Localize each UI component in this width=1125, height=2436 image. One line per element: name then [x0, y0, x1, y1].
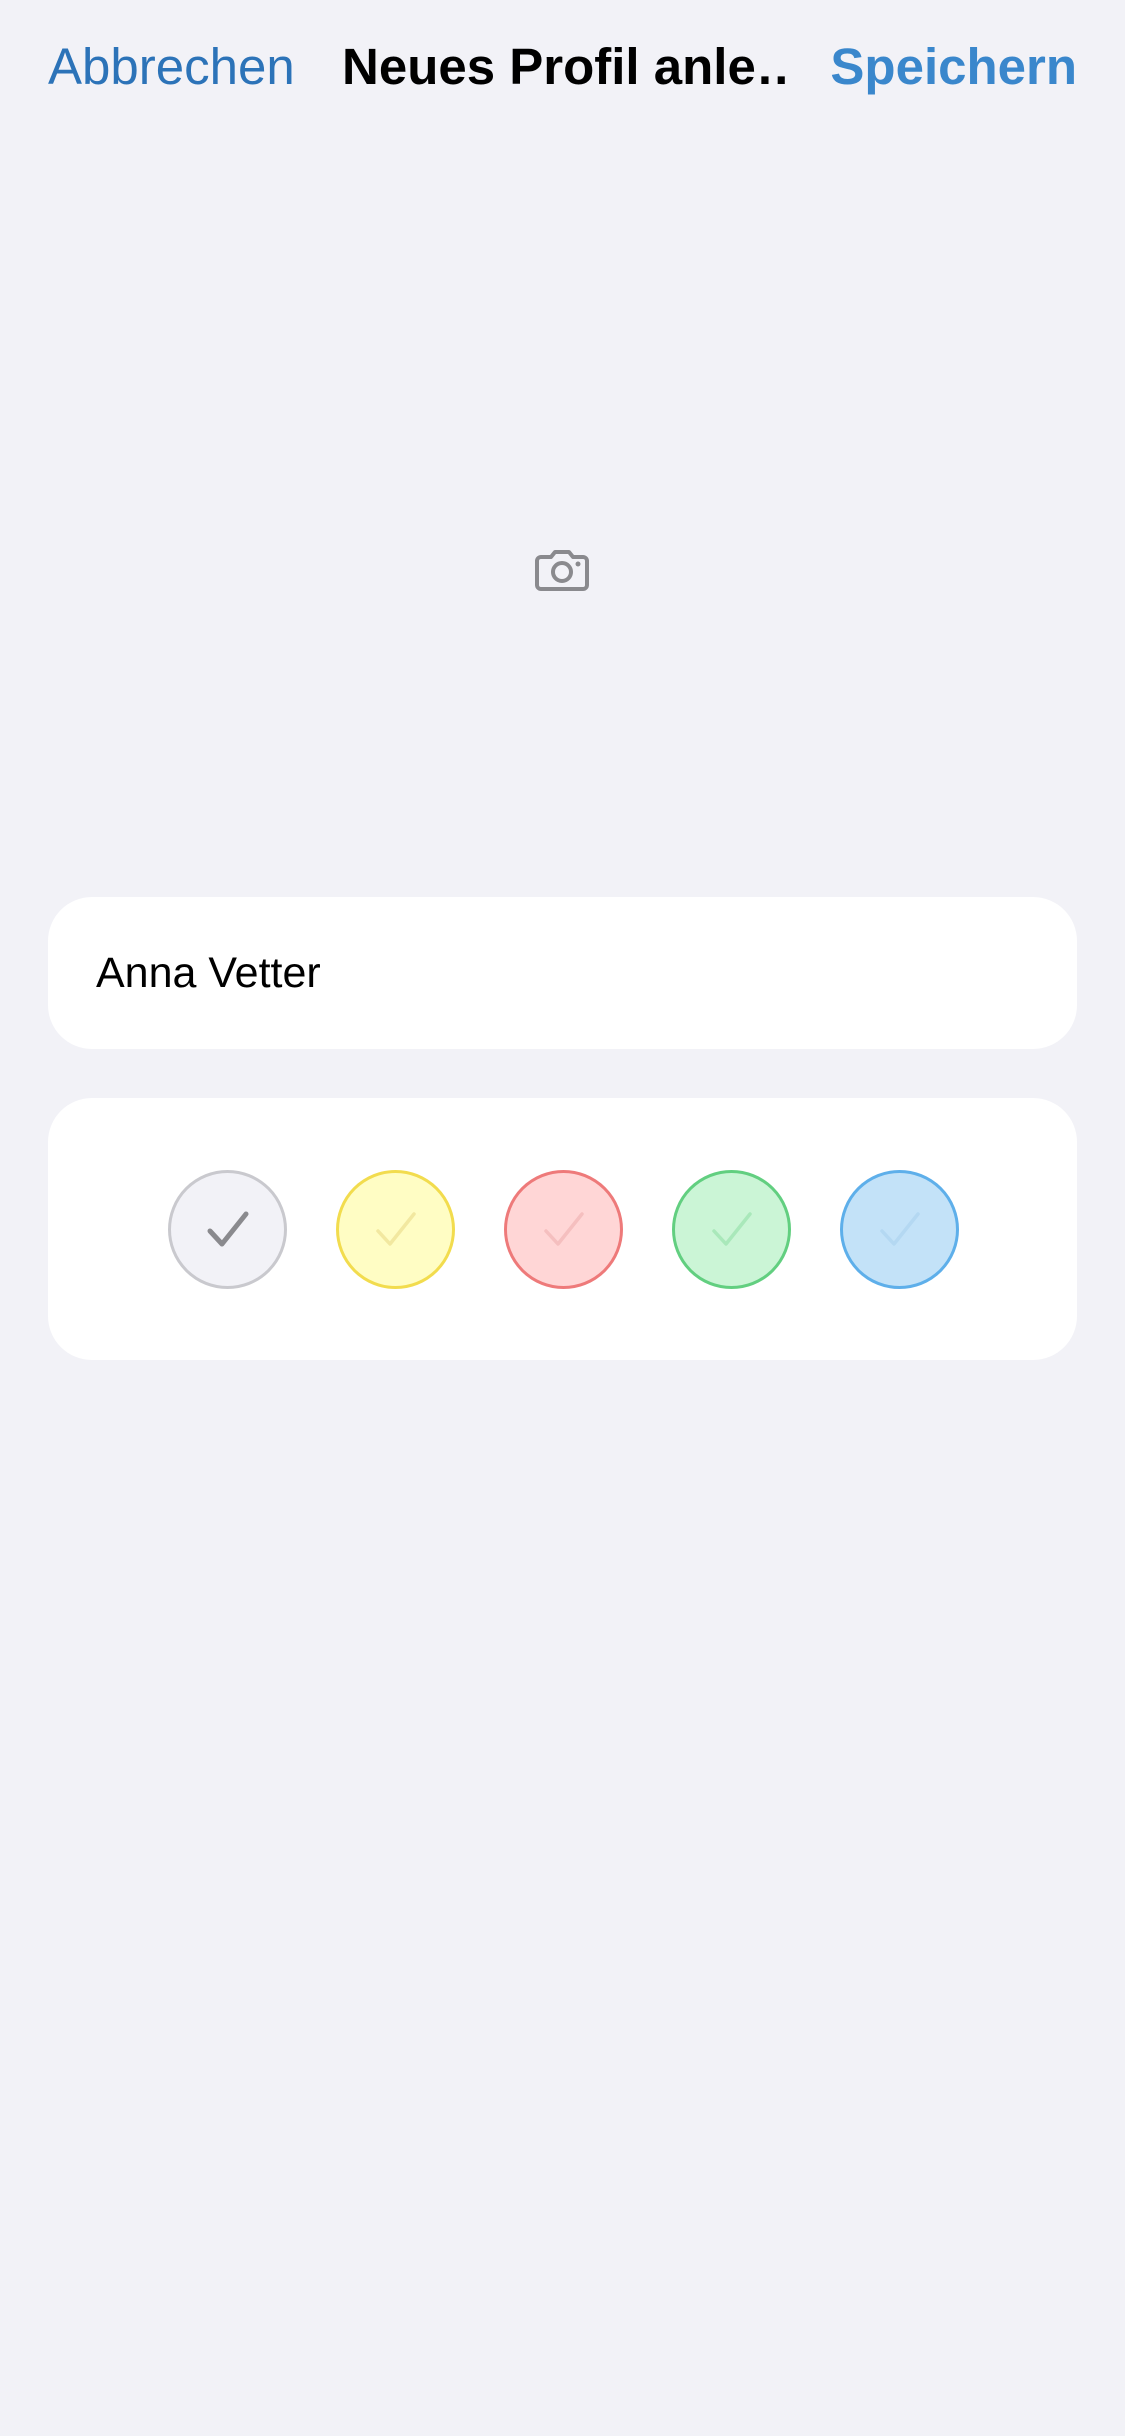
- color-swatch-red[interactable]: [504, 1170, 623, 1289]
- add-photo-button[interactable]: [412, 420, 712, 720]
- checkmark-icon: [543, 1211, 584, 1246]
- color-swatch-gray[interactable]: [168, 1170, 287, 1289]
- new-profile-screen: Abbrechen Neues Profil anle… Speichern: [0, 0, 1125, 2436]
- page-title: Neues Profil anle…: [342, 38, 792, 95]
- checkmark-icon: [879, 1211, 920, 1246]
- color-swatch-yellow[interactable]: [336, 1170, 455, 1289]
- checkmark-icon: [375, 1211, 416, 1246]
- color-swatch-green[interactable]: [672, 1170, 791, 1289]
- checkmark-icon: [711, 1211, 752, 1246]
- save-button[interactable]: Speichern: [830, 36, 1077, 98]
- color-picker-card: [48, 1098, 1077, 1360]
- camera-icon: [535, 550, 589, 591]
- name-input[interactable]: [96, 897, 1036, 1049]
- checkmark-icon: [207, 1211, 248, 1246]
- color-swatch-blue[interactable]: [840, 1170, 959, 1289]
- cancel-button[interactable]: Abbrechen: [48, 36, 295, 98]
- name-field-card: [48, 897, 1077, 1049]
- navigation-bar: Abbrechen Neues Profil anle… Speichern: [0, 0, 1125, 140]
